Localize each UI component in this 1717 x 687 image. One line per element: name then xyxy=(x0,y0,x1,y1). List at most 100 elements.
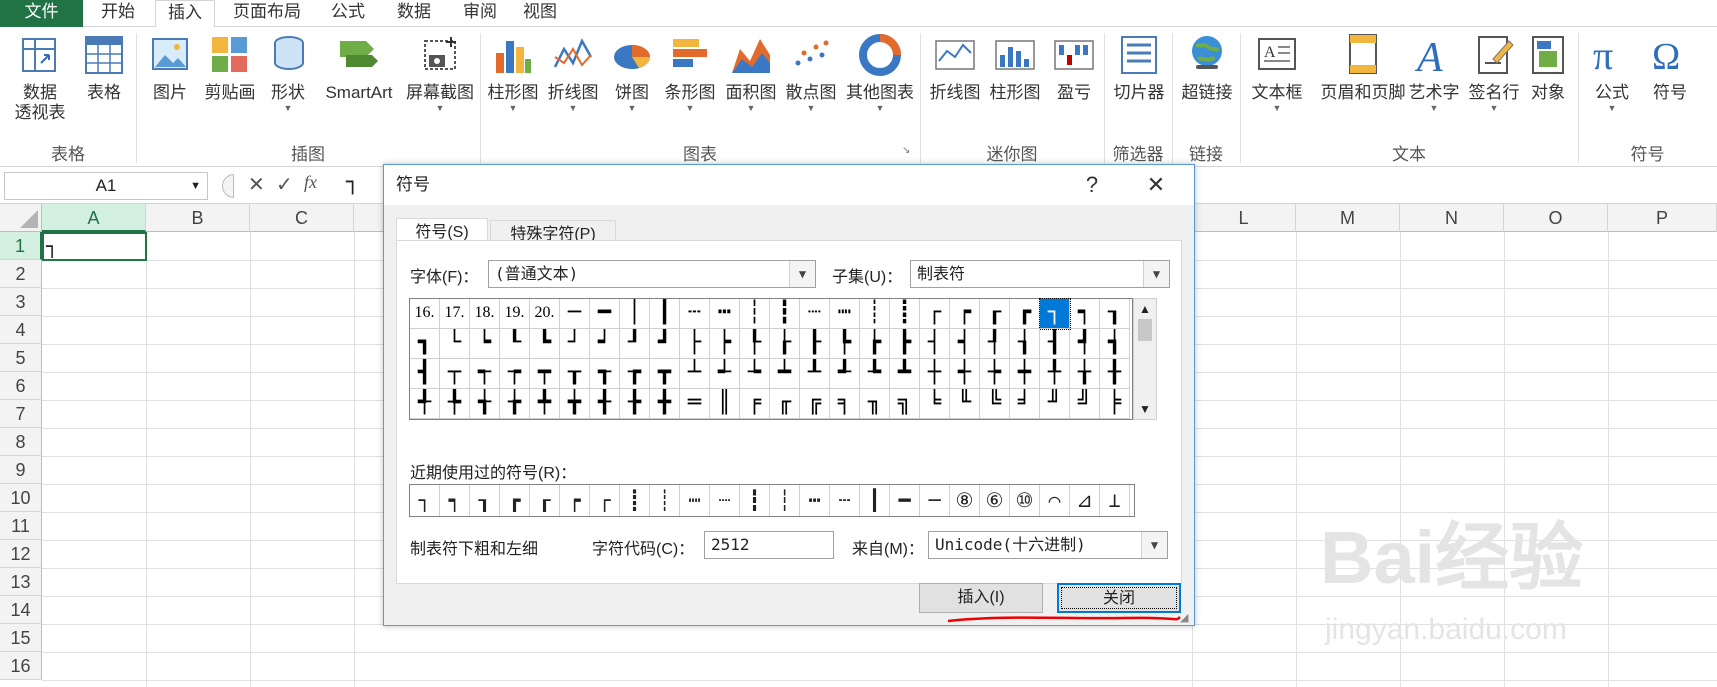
recent-symbol-cell[interactable]: ┏ xyxy=(500,485,530,516)
symbol-cell[interactable]: ┠ xyxy=(800,329,830,359)
shapes-button[interactable]: 形状 ▼ xyxy=(264,33,312,113)
symbol-cell[interactable]: ┴ xyxy=(680,359,710,389)
cell-a1[interactable]: ┐ xyxy=(42,232,147,261)
symbol-cell[interactable]: ┕ xyxy=(470,329,500,359)
close-button[interactable]: 关闭 xyxy=(1057,583,1181,613)
symbol-cell[interactable]: ╀ xyxy=(1040,359,1070,389)
recent-symbol-cell[interactable]: ⑩ xyxy=(1010,485,1040,516)
symbol-cell[interactable]: ┟ xyxy=(770,329,800,359)
function-icon[interactable]: fx xyxy=(304,172,317,193)
symbol-cell[interactable]: ━ xyxy=(590,299,620,329)
recent-symbol-cell[interactable]: ┆ xyxy=(770,485,800,516)
clip-art-button[interactable]: 剪贴画 xyxy=(200,33,260,103)
symbol-cell[interactable]: ┛ xyxy=(650,329,680,359)
symbol-cell[interactable]: ┢ xyxy=(860,329,890,359)
symbol-button[interactable]: Ω 符号 xyxy=(1644,33,1696,103)
symbol-cell[interactable]: ┝ xyxy=(710,329,740,359)
symbol-grid-scrollbar[interactable]: ▲ ▼ xyxy=(1133,298,1157,420)
row-header[interactable]: 16 xyxy=(0,652,42,680)
symbol-cell[interactable]: ╖ xyxy=(860,389,890,419)
bar-chart-button[interactable]: 条形图 ▼ xyxy=(660,33,720,113)
symbol-cell[interactable]: ┗ xyxy=(530,329,560,359)
recent-symbol-cell[interactable]: ━ xyxy=(890,485,920,516)
row-header[interactable]: 1 xyxy=(0,232,42,260)
symbol-cell[interactable]: 19. xyxy=(500,299,530,329)
symbol-cell[interactable]: ┦ xyxy=(980,329,1010,359)
recent-symbol-cell[interactable]: ┈ xyxy=(710,485,740,516)
symbol-cell[interactable]: ╇ xyxy=(530,389,560,419)
symbol-cell[interactable]: ┞ xyxy=(740,329,770,359)
symbol-cell[interactable]: ┘ xyxy=(560,329,590,359)
recent-symbol-cell[interactable]: ┅ xyxy=(800,485,830,516)
symbol-cell[interactable]: ┭ xyxy=(470,359,500,389)
from-select[interactable]: Unicode(十六进制) ▼ xyxy=(928,531,1168,559)
symbol-cell[interactable]: ┻ xyxy=(890,359,920,389)
symbol-cell[interactable]: ┉ xyxy=(830,299,860,329)
check-icon[interactable]: ✓ xyxy=(276,172,293,197)
tab-home[interactable]: 开始 xyxy=(90,0,146,27)
recent-symbol-cell[interactable]: ┎ xyxy=(530,485,560,516)
symbol-cell[interactable]: ┣ xyxy=(890,329,920,359)
symbol-cell[interactable]: ┵ xyxy=(710,359,740,389)
symbol-cell[interactable]: ╆ xyxy=(500,389,530,419)
row-header[interactable]: 3 xyxy=(0,288,42,316)
subset-select[interactable]: 制表符 ▼ xyxy=(910,260,1170,288)
column-chart-button[interactable]: 柱形图 ▼ xyxy=(484,33,542,113)
symbol-cell[interactable]: ┡ xyxy=(830,329,860,359)
symbol-cell[interactable]: ╘ xyxy=(920,389,950,419)
tab-view[interactable]: 视图 xyxy=(512,0,568,27)
row-header[interactable]: 15 xyxy=(0,624,42,652)
tab-formulas[interactable]: 公式 xyxy=(320,0,376,27)
chevron-up-icon[interactable]: ▲ xyxy=(1134,299,1156,319)
recent-symbol-cell[interactable]: ┌ xyxy=(590,485,620,516)
row-header[interactable]: 6 xyxy=(0,372,42,400)
symbol-cell[interactable]: ┩ xyxy=(1070,329,1100,359)
hyperlink-button[interactable]: 超链接 xyxy=(1176,33,1238,103)
symbol-cell[interactable]: ╔ xyxy=(800,389,830,419)
recent-symbol-cell[interactable]: ⊥ xyxy=(1100,485,1130,516)
symbol-cell[interactable]: ┾ xyxy=(980,359,1010,389)
recent-symbol-cell[interactable]: ┃ xyxy=(860,485,890,516)
header-footer-button[interactable]: 页眉和页脚 xyxy=(1312,33,1414,103)
symbol-cell[interactable]: ╅ xyxy=(470,389,500,419)
symbol-cell[interactable]: ┷ xyxy=(770,359,800,389)
pivot-table-button[interactable]: 数据 透视表 xyxy=(4,33,76,123)
formula-input[interactable]: ┐ xyxy=(346,170,359,195)
symbol-cell[interactable]: 17. xyxy=(440,299,470,329)
symbol-cell[interactable]: ┶ xyxy=(740,359,770,389)
symbol-cell[interactable]: 20. xyxy=(530,299,560,329)
symbol-cell[interactable]: ┺ xyxy=(860,359,890,389)
symbol-cell[interactable]: ║ xyxy=(710,389,740,419)
char-code-input[interactable]: 2512 xyxy=(704,531,834,559)
recent-symbol-cell[interactable]: ┑ xyxy=(440,485,470,516)
recent-symbol-cell[interactable]: ⊿ xyxy=(1070,485,1100,516)
symbol-cell[interactable]: ┼ xyxy=(920,359,950,389)
symbol-cell[interactable]: ┫ xyxy=(410,359,440,389)
symbol-cell[interactable]: ╗ xyxy=(890,389,920,419)
font-select[interactable]: (普通文本) ▼ xyxy=(488,260,816,288)
pie-chart-button[interactable]: 饼图 ▼ xyxy=(606,33,658,113)
other-charts-button[interactable]: 其他图表 ▼ xyxy=(842,33,918,113)
row-header[interactable]: 10 xyxy=(0,484,42,512)
row-header[interactable]: 11 xyxy=(0,512,42,540)
symbol-cell[interactable]: ┽ xyxy=(950,359,980,389)
symbol-cell[interactable]: ┖ xyxy=(500,329,530,359)
name-box[interactable]: A1 ▼ xyxy=(4,172,208,200)
symbol-cell[interactable]: ┊ xyxy=(860,299,890,329)
symbol-cell[interactable]: ┏ xyxy=(1010,299,1040,329)
symbol-cell[interactable]: ╒ xyxy=(740,389,770,419)
symbol-cell[interactable]: ┓ xyxy=(410,329,440,359)
symbol-cell[interactable]: ┚ xyxy=(620,329,650,359)
tab-data[interactable]: 数据 xyxy=(386,0,442,27)
recent-symbol-cell[interactable]: ⑧ xyxy=(950,485,980,516)
tab-page-layout[interactable]: 页面布局 xyxy=(226,0,308,27)
row-header[interactable]: 4 xyxy=(0,316,42,344)
symbol-cell[interactable]: ═ xyxy=(680,389,710,419)
area-chart-button[interactable]: 面积图 ▼ xyxy=(722,33,780,113)
equation-button[interactable]: π 公式 ▼ xyxy=(1586,33,1638,113)
symbol-cell[interactable]: ┧ xyxy=(1010,329,1040,359)
recent-symbol-cell[interactable]: ┇ xyxy=(740,485,770,516)
symbol-cell[interactable]: ┪ xyxy=(1100,329,1130,359)
symbol-cell[interactable]: ╙ xyxy=(950,389,980,419)
smartart-button[interactable]: SmartArt xyxy=(316,33,402,103)
